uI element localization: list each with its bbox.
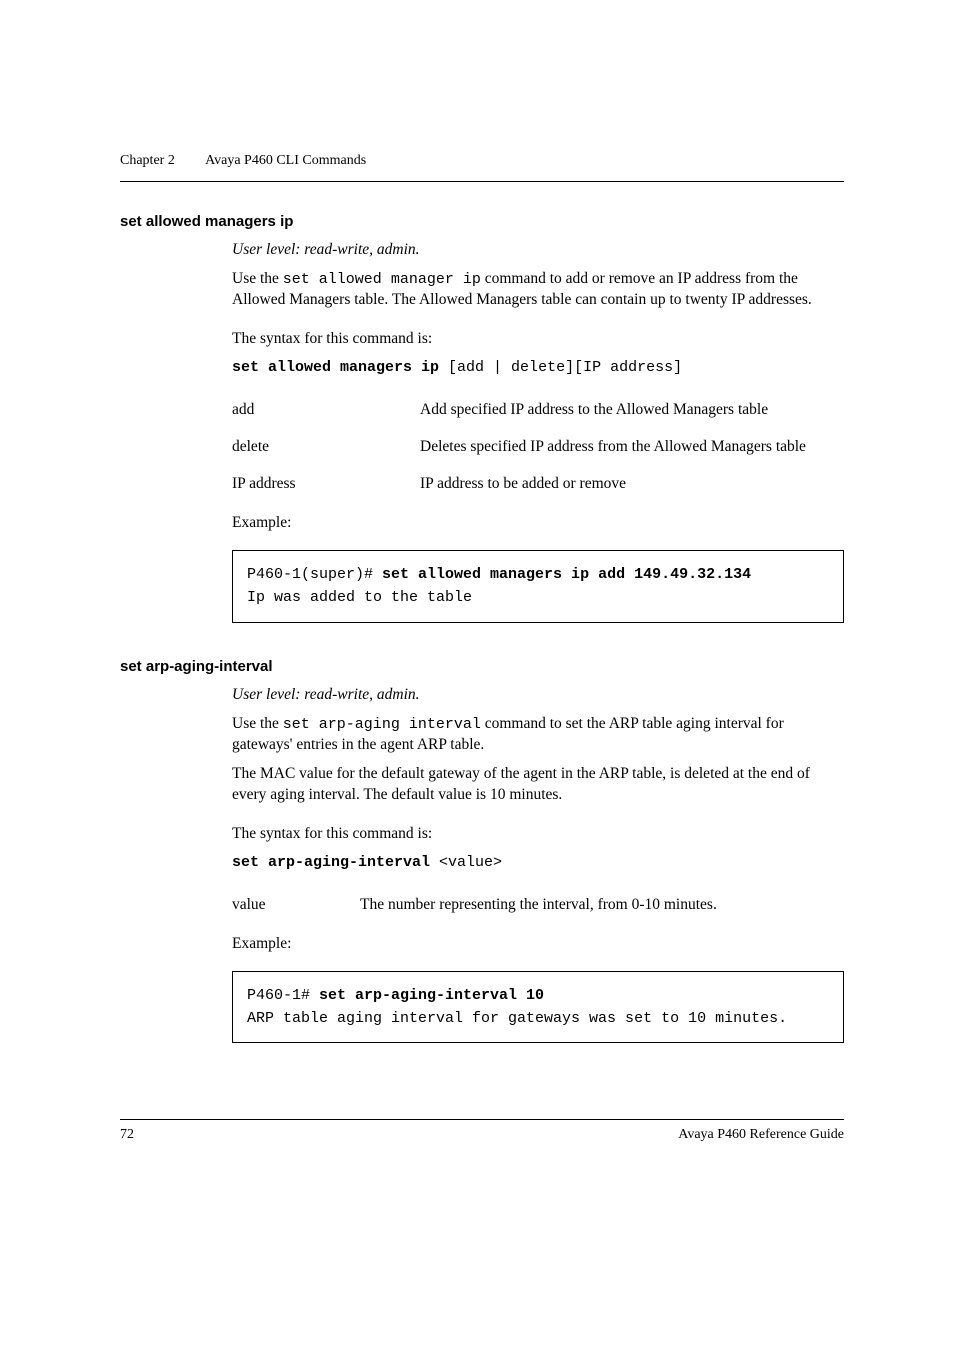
table-row: delete Deletes specified IP address from… [232,429,806,466]
example-label: Example: [232,513,844,534]
example-label: Example: [232,934,844,955]
syntax-label: The syntax for this command is: [232,329,844,350]
section-title: set allowed managers ip [120,212,844,232]
table-row: IP address IP address to be added or rem… [232,466,806,503]
intro-code: set arp-aging interval [283,716,481,733]
page-footer: 72 Avaya P460 Reference Guide [120,1119,844,1145]
syntax-line: set arp-aging-interval <value> [232,853,844,873]
user-level: User level: read-write, admin. [232,240,844,261]
section-set-allowed-managers-ip: set allowed managers ip User level: read… [120,212,844,623]
user-level: User level: read-write, admin. [232,685,844,706]
syntax-bold: set arp-aging-interval [232,854,430,871]
example-code-block: P460-1(super)# set allowed managers ip a… [232,550,844,623]
arg-key: value [232,887,360,924]
intro-pre: Use the [232,715,283,732]
example-prompt: P460-1# [247,987,319,1004]
page-number: 72 [120,1126,134,1145]
arg-key: IP address [232,466,420,503]
syntax-label: The syntax for this command is: [232,824,844,845]
args-table: add Add specified IP address to the Allo… [232,392,806,503]
chapter-label: Chapter 2 [120,153,175,168]
arg-desc: The number representing the interval, fr… [360,887,717,924]
syntax-line: set allowed managers ip [add | delete][I… [232,358,844,378]
syntax-bold: set allowed managers ip [232,359,439,376]
table-row: add Add specified IP address to the Allo… [232,392,806,429]
intro-paragraph: Use the set allowed manager ip command t… [232,269,844,311]
intro-code: set allowed manager ip [283,271,481,288]
example-code-block: P460-1# set arp-aging-interval 10 ARP ta… [232,971,844,1044]
arg-desc: Add specified IP address to the Allowed … [420,392,806,429]
chapter-title: Avaya P460 CLI Commands [205,153,366,168]
example-cmd: set allowed managers ip add 149.49.32.13… [382,566,751,583]
syntax-rest: <value> [430,854,502,871]
intro-paragraph: Use the set arp-aging interval command t… [232,714,844,756]
example-output: Ip was added to the table [247,589,472,606]
example-output: ARP table aging interval for gateways wa… [247,1010,787,1027]
running-header: Chapter 2 Avaya P460 CLI Commands [120,152,844,182]
syntax-rest: [add | delete][IP address] [439,359,682,376]
example-cmd: set arp-aging-interval 10 [319,987,544,1004]
section-set-arp-aging-interval: set arp-aging-interval User level: read-… [120,657,844,1044]
arg-key: add [232,392,420,429]
arg-desc: Deletes specified IP address from the Al… [420,429,806,466]
section-title: set arp-aging-interval [120,657,844,677]
arg-desc: IP address to be added or remove [420,466,806,503]
arg-key: delete [232,429,420,466]
args-table: value The number representing the interv… [232,887,717,924]
example-prompt: P460-1(super)# [247,566,382,583]
table-row: value The number representing the interv… [232,887,717,924]
intro-pre: Use the [232,270,283,287]
extra-paragraph: The MAC value for the default gateway of… [232,764,844,806]
document-title: Avaya P460 Reference Guide [678,1126,844,1145]
